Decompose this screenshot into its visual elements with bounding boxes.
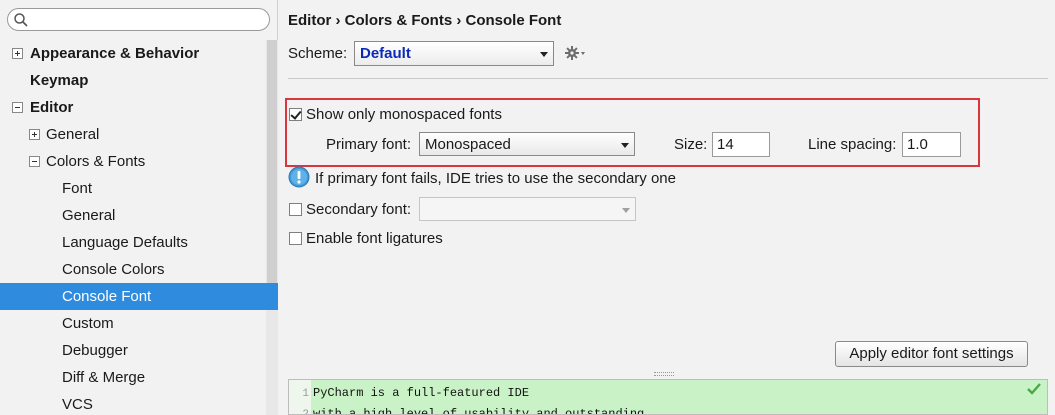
sidebar-item-editor[interactable]: Editor — [0, 94, 266, 121]
sidebar-item-label: Console Font — [62, 288, 152, 305]
line-number: 1 — [302, 388, 309, 400]
sidebar-scrollbar-thumb[interactable] — [267, 40, 277, 285]
sidebar-item-general[interactable]: General — [0, 202, 266, 229]
sidebar-item-label: Diff & Merge — [62, 369, 146, 386]
sidebar-item-label: General — [46, 126, 100, 143]
check-icon — [1027, 383, 1041, 395]
sidebar-item-label: VCS — [62, 396, 93, 413]
sidebar-item-keymap[interactable]: Keymap — [0, 67, 266, 94]
secondary-font-dropdown[interactable] — [419, 197, 636, 221]
sidebar-item-label: Colors & Fonts — [46, 153, 146, 170]
size-label: Size: — [674, 136, 708, 153]
separator — [288, 78, 1048, 79]
primary-font-dropdown[interactable]: Monospaced — [419, 132, 635, 156]
show-monospaced-checkbox[interactable] — [289, 108, 302, 121]
splitter-handle[interactable] — [654, 372, 674, 376]
line-number: 2 — [302, 409, 309, 415]
secondary-font-checkbox[interactable] — [289, 203, 302, 216]
sidebar-item-font[interactable]: Font — [0, 175, 266, 202]
settings-tree: Appearance & Behavior Keymap Editor General… — [0, 40, 278, 415]
ligatures-checkbox[interactable] — [289, 232, 302, 245]
expand-icon[interactable] — [12, 48, 23, 59]
sidebar-item-appearance-behavior[interactable]: Appearance & Behavior — [0, 40, 266, 67]
font-preview-editor[interactable]: 1 PyCharm is a full-featured IDE 2 with a … — [288, 379, 1048, 415]
sidebar-item-custom[interactable]: Custom — [0, 310, 266, 337]
sidebar-item-label: Custom — [62, 315, 114, 332]
expand-icon[interactable] — [29, 129, 40, 140]
size-input[interactable]: 14 — [712, 132, 770, 157]
sidebar-item-label: Console Colors — [62, 261, 165, 278]
settings-sidebar: Appearance & Behavior Keymap Editor General… — [0, 0, 278, 415]
dropdown-arrow-icon — [622, 208, 630, 213]
line-spacing-label: Line spacing: — [808, 136, 897, 153]
sidebar-item-debugger[interactable]: Debugger — [0, 337, 266, 364]
dropdown-arrow-icon — [540, 52, 548, 57]
preview-line: 1 PyCharm is a full-featured IDE — [289, 383, 529, 403]
sidebar-item-label: Editor — [30, 99, 74, 116]
apply-editor-font-settings-button[interactable]: Apply editor font settings — [835, 341, 1028, 367]
primary-font-label: Primary font: — [326, 136, 412, 153]
secondary-font-label[interactable]: Secondary font: — [306, 201, 411, 218]
sidebar-item-label: Debugger — [62, 342, 128, 359]
primary-font-value: Monospaced — [425, 136, 511, 153]
settings-main-panel: Editor › Colors & Fonts › Console Font S… — [279, 0, 1055, 415]
sidebar-item-label: Appearance & Behavior — [30, 45, 200, 62]
info-icon — [288, 166, 310, 188]
sidebar-item-label: General — [62, 207, 116, 224]
search-icon — [14, 13, 28, 27]
preview-line-text: with a high level of usability and outst… — [313, 407, 645, 415]
ligatures-label[interactable]: Enable font ligatures — [306, 230, 443, 247]
sidebar-item-general[interactable]: General — [0, 121, 266, 148]
info-text: If primary font fails, IDE tries to use … — [315, 170, 676, 187]
search-field[interactable] — [7, 8, 270, 31]
show-monospaced-label[interactable]: Show only monospaced fonts — [306, 106, 502, 123]
scheme-value: Default — [360, 45, 411, 62]
collapse-icon[interactable] — [29, 156, 40, 167]
sidebar-item-colors-fonts[interactable]: Colors & Fonts — [0, 148, 266, 175]
dropdown-arrow-icon — [621, 143, 629, 148]
scheme-label: Scheme: — [288, 45, 348, 62]
preview-line-text: PyCharm is a full-featured IDE — [313, 386, 530, 400]
preview-line: 2 with a high level of usability and outs… — [289, 404, 645, 415]
breadcrumb: Editor › Colors & Fonts › Console Font — [288, 12, 562, 29]
sidebar-item-console-colors[interactable]: Console Colors — [0, 256, 266, 283]
sidebar-item-diff-merge[interactable]: Diff & Merge — [0, 364, 266, 391]
collapse-icon[interactable] — [12, 102, 23, 113]
search-input[interactable] — [32, 11, 262, 28]
sidebar-item-console-font[interactable]: Console Font — [0, 283, 278, 310]
sidebar-item-vcs[interactable]: VCS — [0, 391, 266, 415]
sidebar-item-label: Font — [62, 180, 93, 197]
sidebar-item-label: Language Defaults — [62, 234, 188, 251]
gear-icon[interactable] — [564, 44, 588, 62]
line-spacing-input[interactable]: 1.0 — [902, 132, 961, 157]
sidebar-item-language-defaults[interactable]: Language Defaults — [0, 229, 266, 256]
sidebar-item-label: Keymap — [30, 72, 89, 89]
scheme-dropdown[interactable]: Default — [354, 41, 554, 66]
